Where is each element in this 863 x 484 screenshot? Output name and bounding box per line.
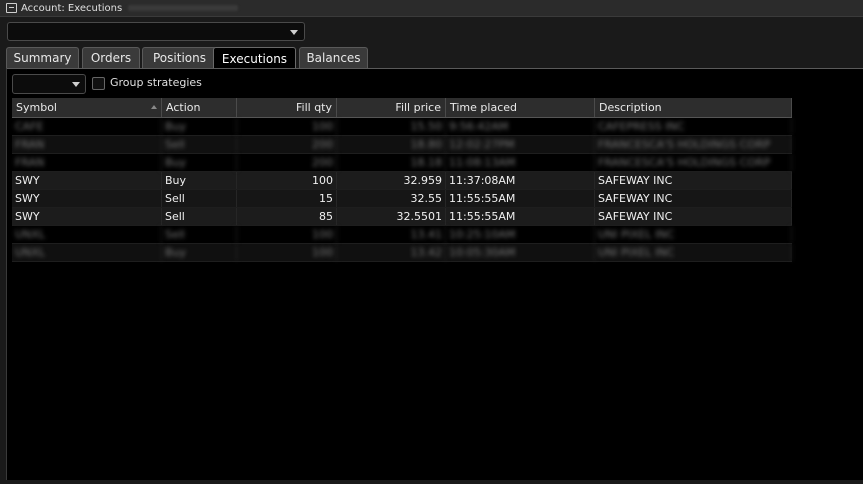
sort-ascending-icon <box>151 105 157 109</box>
cell-fill-price: 18.80 <box>337 136 446 153</box>
cell-time: 10:25:10AM <box>446 226 595 243</box>
cell-fill-qty: 100 <box>237 118 337 135</box>
cell-time: 11:55:55AM <box>446 208 595 225</box>
table-row[interactable]: CAFE Buy 100 15.50 9:56:42AM CAFEPRESS INC <box>12 118 792 136</box>
cell-fill-price: 15.50 <box>337 118 446 135</box>
window-menu-icon[interactable] <box>6 3 17 13</box>
cell-symbol: FRAN <box>12 154 162 171</box>
cell-fill-price: 32.959 <box>337 172 446 189</box>
executions-table: Symbol Action Fill qty Fill price Time p… <box>12 98 792 262</box>
window-title: Account: Executions <box>21 2 123 14</box>
table-header: Symbol Action Fill qty Fill price Time p… <box>12 98 792 118</box>
filter-dropdown[interactable] <box>12 74 86 94</box>
cell-fill-price: 32.55 <box>337 190 446 207</box>
column-header-action[interactable]: Action <box>162 98 237 117</box>
cell-description: SAFEWAY INC <box>595 208 792 225</box>
chevron-down-icon[interactable] <box>72 82 80 87</box>
cell-fill-qty: 100 <box>237 172 337 189</box>
table-row[interactable]: SWY Sell 85 32.5501 11:55:55AM SAFEWAY INC <box>12 208 792 226</box>
tab-positions[interactable]: Positions <box>142 47 217 68</box>
cell-action: Buy <box>162 172 237 189</box>
tab-executions[interactable]: Executions <box>213 47 296 70</box>
cell-description: CAFEPRESS INC <box>595 118 792 135</box>
column-header-symbol[interactable]: Symbol <box>12 98 162 117</box>
cell-fill-qty: 200 <box>237 136 337 153</box>
table-row[interactable]: FRAN Sell 200 18.80 12:02:27PM FRANCESCA'S HO… <box>12 136 792 154</box>
cell-fill-price: 32.5501 <box>337 208 446 225</box>
table-row[interactable]: SWY Sell 15 32.55 11:55:55AM SAFEWAY INC <box>12 190 792 208</box>
cell-description: FRANCESCA'S HOLDINGS CORP <box>595 154 792 171</box>
group-strategies-label: Group strategies <box>110 76 202 89</box>
cell-action: Sell <box>162 226 237 243</box>
cell-action: Sell <box>162 136 237 153</box>
column-label: Symbol <box>16 101 57 114</box>
chevron-down-icon[interactable] <box>290 30 298 35</box>
column-header-fill-price[interactable]: Fill price <box>337 98 446 117</box>
cell-symbol: CAFE <box>12 118 162 135</box>
cell-description: SAFEWAY INC <box>595 190 792 207</box>
cell-description: FRANCESCA'S HOLDINGS CORP <box>595 136 792 153</box>
cell-time: 11:37:08AM <box>446 172 595 189</box>
column-header-fill-qty[interactable]: Fill qty <box>237 98 337 117</box>
table-row[interactable]: SWY Buy 100 32.959 11:37:08AM SAFEWAY INC <box>12 172 792 190</box>
cell-symbol: SWY <box>12 208 162 225</box>
table-row[interactable]: UNXL Buy 100 13.42 10:05:30AM UNI PIXEL INC <box>12 244 792 262</box>
group-strategies-checkbox[interactable] <box>92 77 105 90</box>
cell-fill-price: 13.42 <box>337 244 446 261</box>
cell-symbol: UNXL <box>12 226 162 243</box>
cell-fill-qty: 15 <box>237 190 337 207</box>
cell-action: Sell <box>162 208 237 225</box>
cell-time: 11:08:13AM <box>446 154 595 171</box>
cell-description: UNI PIXEL INC <box>595 244 792 261</box>
cell-symbol: FRAN <box>12 136 162 153</box>
cell-symbol: UNXL <box>12 244 162 261</box>
cell-fill-price: 18.18 <box>337 154 446 171</box>
cell-description: SAFEWAY INC <box>595 172 792 189</box>
cell-fill-qty: 200 <box>237 154 337 171</box>
cell-action: Buy <box>162 244 237 261</box>
cell-fill-qty: 100 <box>237 226 337 243</box>
cell-fill-price: 13.41 <box>337 226 446 243</box>
cell-action: Buy <box>162 154 237 171</box>
cell-symbol: SWY <box>12 190 162 207</box>
cell-description: UNI PIXEL INC <box>595 226 792 243</box>
cell-time: 10:05:30AM <box>446 244 595 261</box>
cell-fill-qty: 85 <box>237 208 337 225</box>
table-body: CAFE Buy 100 15.50 9:56:42AM CAFEPRESS INC FRA… <box>12 118 792 262</box>
cell-symbol: SWY <box>12 172 162 189</box>
tab-summary[interactable]: Summary <box>6 47 79 68</box>
cell-time: 12:02:27PM <box>446 136 595 153</box>
table-row[interactable]: UNXL Sell 100 13.41 10:25:10AM UNI PIXEL INC <box>12 226 792 244</box>
cell-time: 9:56:42AM <box>446 118 595 135</box>
column-header-time-placed[interactable]: Time placed <box>446 98 595 117</box>
cell-action: Buy <box>162 118 237 135</box>
table-row[interactable]: FRAN Buy 200 18.18 11:08:13AM FRANCESCA'S HOL… <box>12 154 792 172</box>
tab-balances[interactable]: Balances <box>299 47 368 68</box>
cell-time: 11:55:55AM <box>446 190 595 207</box>
tab-orders[interactable]: Orders <box>82 47 140 68</box>
blurred-title-suffix <box>128 5 239 11</box>
window-titlebar: Account: Executions <box>0 0 863 17</box>
cell-action: Sell <box>162 190 237 207</box>
cell-fill-qty: 100 <box>237 244 337 261</box>
account-dropdown[interactable] <box>7 22 305 41</box>
column-header-description[interactable]: Description <box>595 98 792 117</box>
